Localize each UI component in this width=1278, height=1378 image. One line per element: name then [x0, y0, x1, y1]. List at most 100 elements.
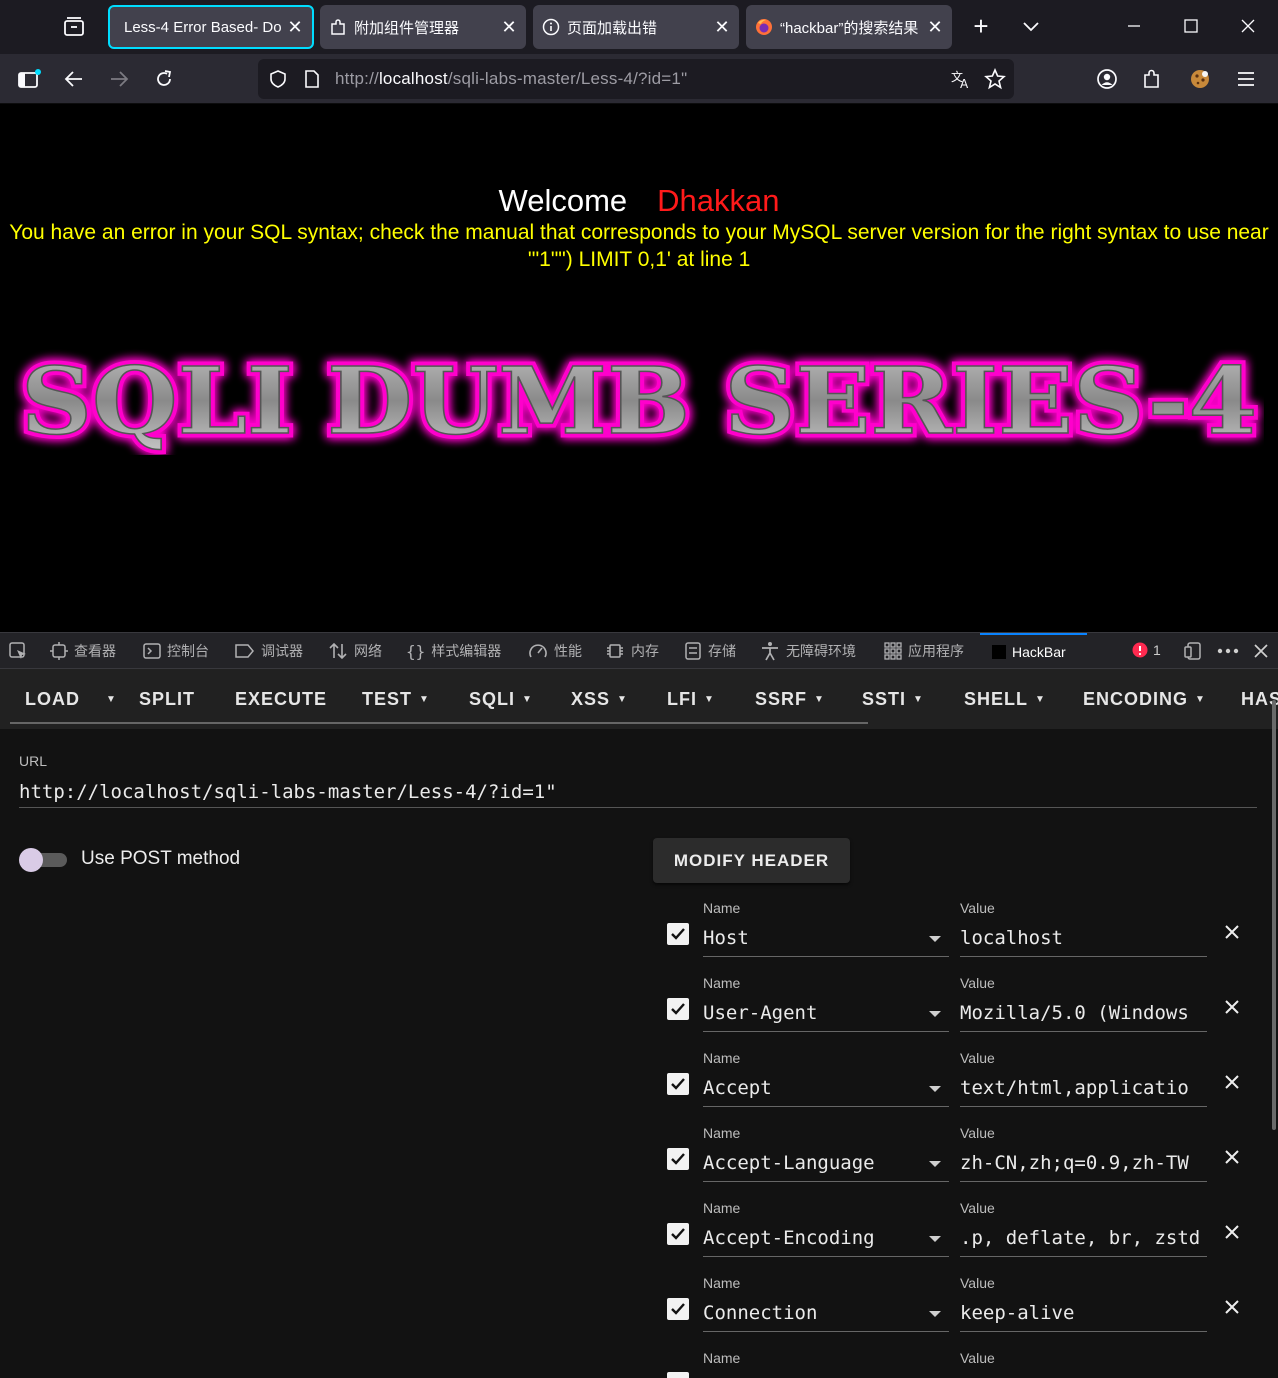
close-icon[interactable]: ✕ [713, 17, 731, 38]
reload-button[interactable] [148, 63, 180, 95]
menu-sqli[interactable]: SQLI ▼ [469, 669, 533, 729]
tool-console[interactable]: 控制台 [143, 633, 209, 669]
post-method-label: Use POST method [81, 848, 241, 869]
account-button[interactable] [1091, 63, 1123, 95]
close-window-button[interactable] [1228, 10, 1268, 42]
name-label: Name [703, 975, 741, 991]
post-method-toggle[interactable] [19, 847, 67, 872]
header-enabled-checkbox[interactable] [667, 1298, 689, 1320]
menu-button[interactable] [1230, 63, 1262, 95]
tool-style-editor[interactable]: {} 样式编辑器 [406, 633, 501, 669]
tool-performance[interactable]: 性能 [528, 633, 582, 669]
page-icon[interactable] [303, 69, 321, 94]
menu-execute[interactable]: EXECUTE [235, 669, 327, 729]
header-value-input[interactable]: localhost [960, 920, 1207, 957]
header-enabled-checkbox[interactable] [667, 1372, 689, 1378]
forward-button[interactable] [103, 63, 135, 95]
close-icon [1254, 644, 1268, 658]
ellipsis-icon [1217, 648, 1239, 654]
dropdown-arrow-icon [929, 1011, 941, 1017]
header-value-input[interactable]: Mozilla/5.0 (Windows [960, 995, 1207, 1032]
menu-ssti[interactable]: SSTI ▼ [862, 669, 924, 729]
tab-search[interactable]: “hackbar”的搜索结果 ✕ [746, 5, 952, 49]
menu-load[interactable]: LOAD [25, 669, 80, 729]
menu-shell[interactable]: SHELL ▼ [964, 669, 1046, 729]
close-devtools-button[interactable] [1253, 633, 1269, 669]
close-icon [1225, 1225, 1239, 1239]
menu-load-dropdown[interactable]: ▼ [99, 669, 117, 729]
tool-hackbar[interactable]: HackBar [980, 633, 1087, 669]
header-value-input[interactable]: text/html,applicatio [960, 1070, 1207, 1107]
header-row: Name Value Accept-Language zh-CN,zh;q=0.… [660, 1125, 1260, 1200]
value-label: Value [960, 1125, 995, 1141]
header-enabled-checkbox[interactable] [667, 1148, 689, 1170]
menu-test[interactable]: TEST ▼ [362, 669, 430, 729]
tool-application[interactable]: 应用程序 [884, 633, 964, 669]
pick-element-button[interactable] [8, 633, 34, 669]
delete-header-button[interactable] [1222, 922, 1242, 942]
header-enabled-checkbox[interactable] [667, 923, 689, 945]
url-input[interactable] [19, 776, 1257, 808]
error-count-badge[interactable]: 1 [1132, 642, 1161, 658]
header-name-select[interactable]: Connection [703, 1295, 949, 1332]
close-icon[interactable]: ✕ [286, 17, 304, 38]
menu-encoding[interactable]: ENCODING ▼ [1083, 669, 1206, 729]
header-name-select[interactable]: User-Agent [703, 995, 949, 1032]
tool-accessibility[interactable]: 无障碍环境 [760, 633, 856, 669]
firefox-view-button[interactable] [58, 12, 90, 42]
delete-header-button[interactable] [1222, 1072, 1242, 1092]
dock-options-button[interactable] [1184, 633, 1204, 669]
menu-xss[interactable]: XSS ▼ [571, 669, 628, 729]
devtools-toolbar: 查看器 控制台 调试器 网络 {} 样式编辑器 性能 内存 存储 无障碍环境 应… [0, 632, 1278, 669]
url-text[interactable]: http://localhost/sqli-labs-master/Less-4… [335, 69, 687, 89]
menu-lfi[interactable]: LFI ▼ [667, 669, 715, 729]
scrollbar[interactable] [1272, 700, 1276, 1130]
gauge-icon [528, 642, 548, 660]
url-bar[interactable]: http://localhost/sqli-labs-master/Less-4… [258, 59, 1014, 99]
delete-header-button[interactable] [1222, 1222, 1242, 1242]
maximize-button[interactable] [1171, 10, 1211, 42]
translate-icon[interactable]: 文A [950, 68, 972, 95]
tab-load-error[interactable]: 页面加载出错 ✕ [533, 5, 739, 49]
header-name-select[interactable]: Host [703, 920, 949, 957]
name-label: Name [703, 900, 741, 916]
header-name-select[interactable]: Accept-Encoding [703, 1220, 949, 1257]
tool-inspector[interactable]: 查看器 [50, 633, 116, 669]
tool-storage[interactable]: 存储 [684, 633, 736, 669]
tool-memory[interactable]: 内存 [605, 633, 659, 669]
sidebar-button[interactable] [13, 63, 45, 95]
network-icon [328, 642, 348, 660]
header-enabled-checkbox[interactable] [667, 1073, 689, 1095]
header-value-input[interactable]: keep-alive [960, 1295, 1207, 1332]
bookmark-star-icon[interactable] [984, 67, 1006, 95]
delete-header-button[interactable] [1222, 1147, 1242, 1167]
close-icon[interactable]: ✕ [926, 17, 944, 38]
shield-icon[interactable] [268, 69, 288, 94]
header-enabled-checkbox[interactable] [667, 998, 689, 1020]
header-value-input[interactable]: zh-CN,zh;q=0.9,zh-TW [960, 1145, 1207, 1182]
list-all-tabs-button[interactable] [1016, 12, 1046, 42]
debugger-icon [235, 643, 255, 659]
minimize-button[interactable] [1114, 10, 1154, 42]
header-value-input[interactable]: .p, deflate, br, zstd [960, 1220, 1207, 1257]
close-icon[interactable]: ✕ [500, 17, 518, 38]
new-tab-button[interactable]: + [966, 12, 996, 42]
delete-header-button[interactable] [1222, 997, 1242, 1017]
delete-header-button[interactable] [1222, 1297, 1242, 1317]
tab-addons[interactable]: 附加组件管理器 ✕ [320, 5, 526, 49]
tool-network[interactable]: 网络 [328, 633, 382, 669]
modify-header-button[interactable]: MODIFY HEADER [653, 838, 850, 883]
tab-less4[interactable]: Less-4 Error Based- Dou ✕ [108, 5, 314, 49]
header-name-select[interactable]: Accept-Language [703, 1145, 949, 1182]
menu-ssrf[interactable]: SSRF ▼ [755, 669, 825, 729]
extension-cookie-button[interactable] [1184, 63, 1216, 95]
back-button[interactable] [58, 63, 90, 95]
inspector-icon [50, 642, 68, 660]
menu-split[interactable]: SPLIT [139, 669, 195, 729]
header-enabled-checkbox[interactable] [667, 1223, 689, 1245]
extensions-button[interactable] [1136, 63, 1168, 95]
header-name-select[interactable]: Accept [703, 1070, 949, 1107]
more-options-button[interactable] [1217, 633, 1239, 669]
name-label: Name [703, 1275, 741, 1291]
tool-debugger[interactable]: 调试器 [235, 633, 303, 669]
